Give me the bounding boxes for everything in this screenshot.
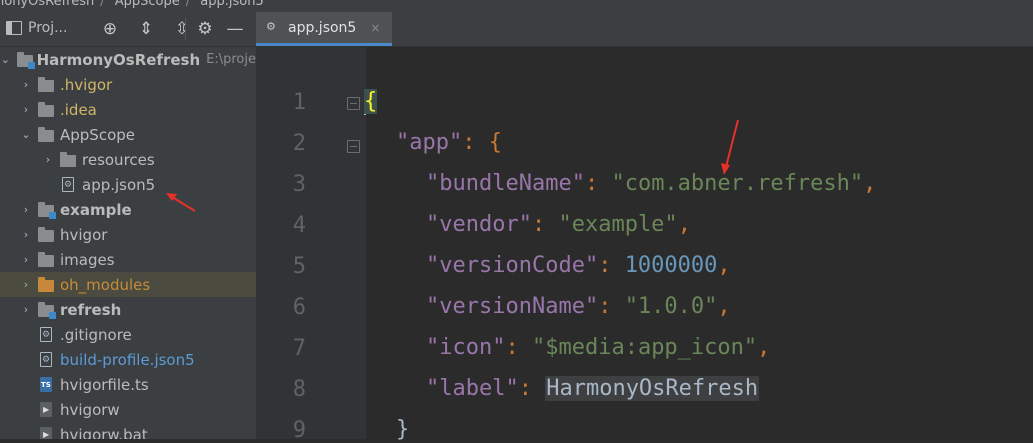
annotation-overlay [166, 119, 739, 212]
annotation-arrow-icon [721, 119, 739, 175]
annotation-arrow-icon [166, 193, 196, 212]
